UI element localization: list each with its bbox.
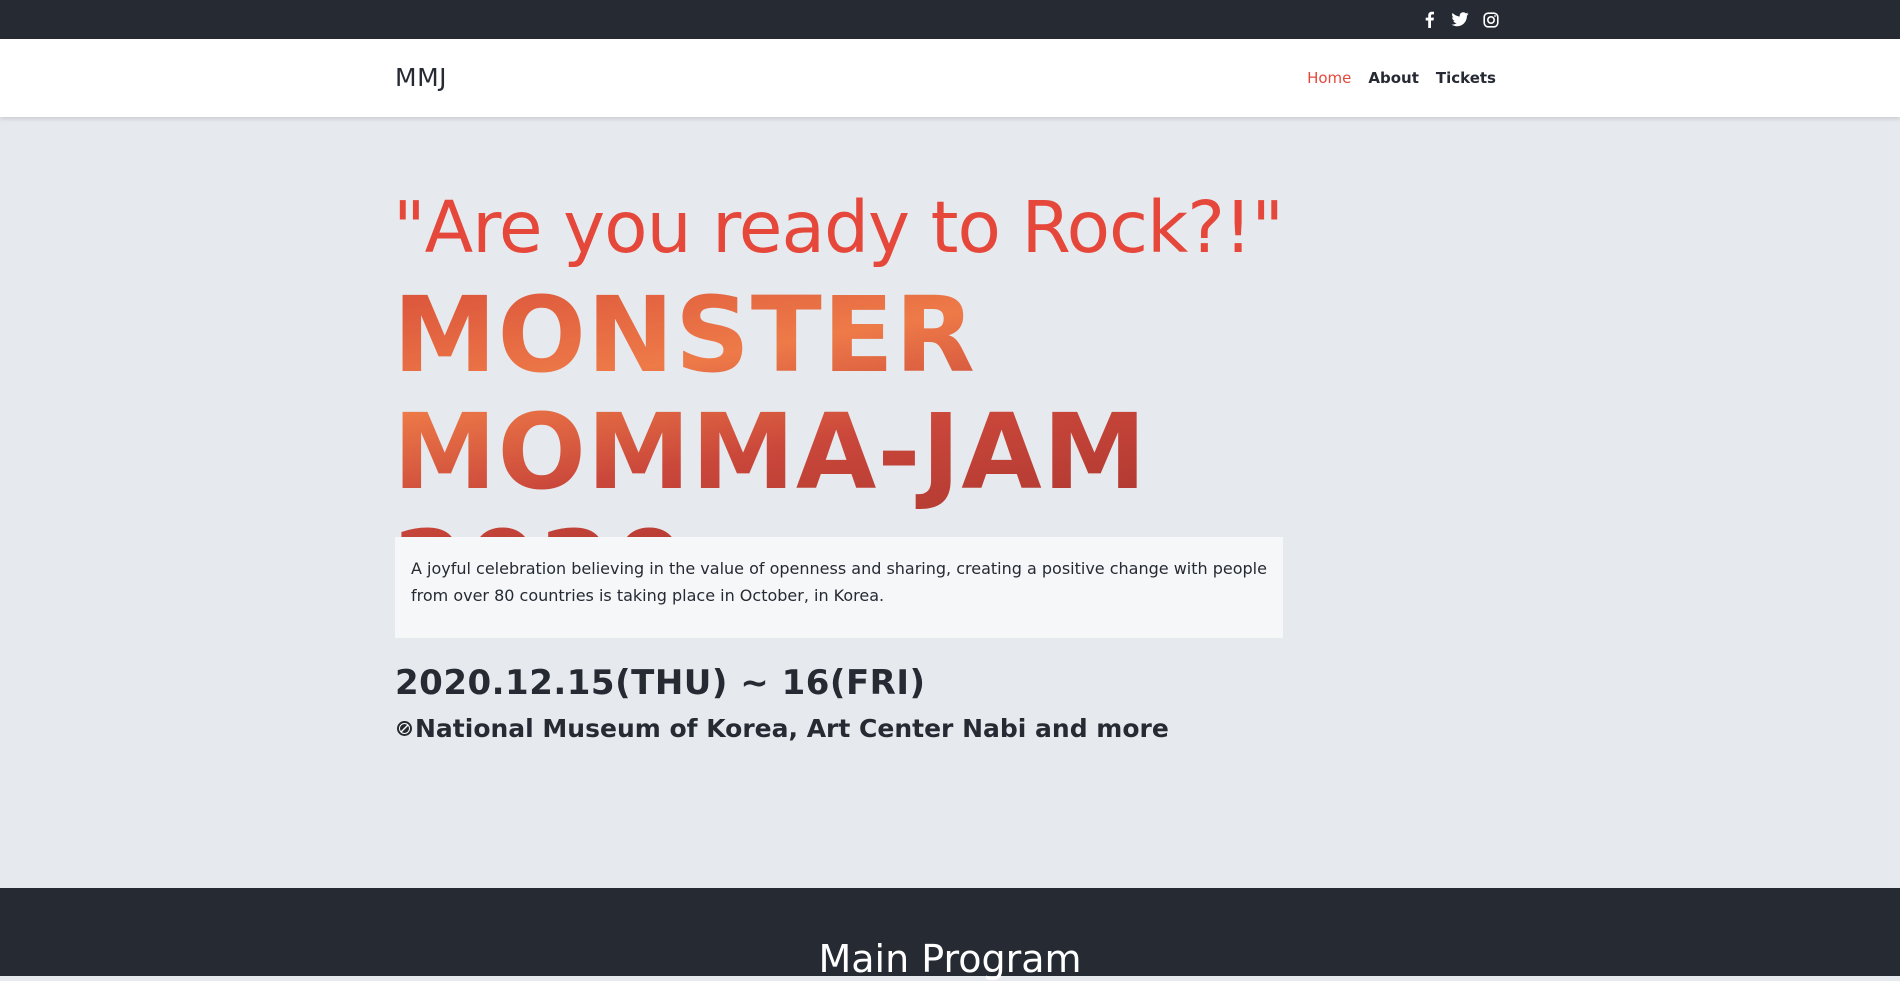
- main-program-section: Main Program: [0, 888, 1900, 981]
- facebook-icon[interactable]: [1420, 11, 1438, 29]
- description-text: A joyful celebration believing in the va…: [411, 559, 1267, 605]
- nav-about-link[interactable]: About: [1368, 69, 1419, 87]
- location-icon: [395, 720, 413, 738]
- nav-tickets-link[interactable]: Tickets: [1436, 69, 1496, 87]
- nav-links: Home About Tickets: [1307, 39, 1496, 117]
- hero-section: "Are you ready to Rock?!" MONSTER MOMMA-…: [0, 117, 1900, 888]
- top-bar: [0, 0, 1900, 39]
- description-box: A joyful celebration believing in the va…: [395, 537, 1283, 638]
- brand-logo[interactable]: MMJ: [395, 39, 447, 117]
- venue-text: National Museum of Korea, Art Center Nab…: [415, 714, 1169, 743]
- social-links: [1420, 0, 1500, 39]
- hero-tagline: "Are you ready to Rock?!": [393, 186, 1284, 269]
- event-venue: National Museum of Korea, Art Center Nab…: [395, 714, 1169, 743]
- main-program-heading: Main Program: [818, 937, 1082, 981]
- instagram-icon[interactable]: [1482, 11, 1500, 29]
- event-date: 2020.12.15(THU) ~ 16(FRI): [395, 663, 926, 703]
- main-navbar: MMJ Home About Tickets: [0, 39, 1900, 117]
- twitter-icon[interactable]: [1451, 11, 1469, 29]
- nav-home-link[interactable]: Home: [1307, 69, 1351, 87]
